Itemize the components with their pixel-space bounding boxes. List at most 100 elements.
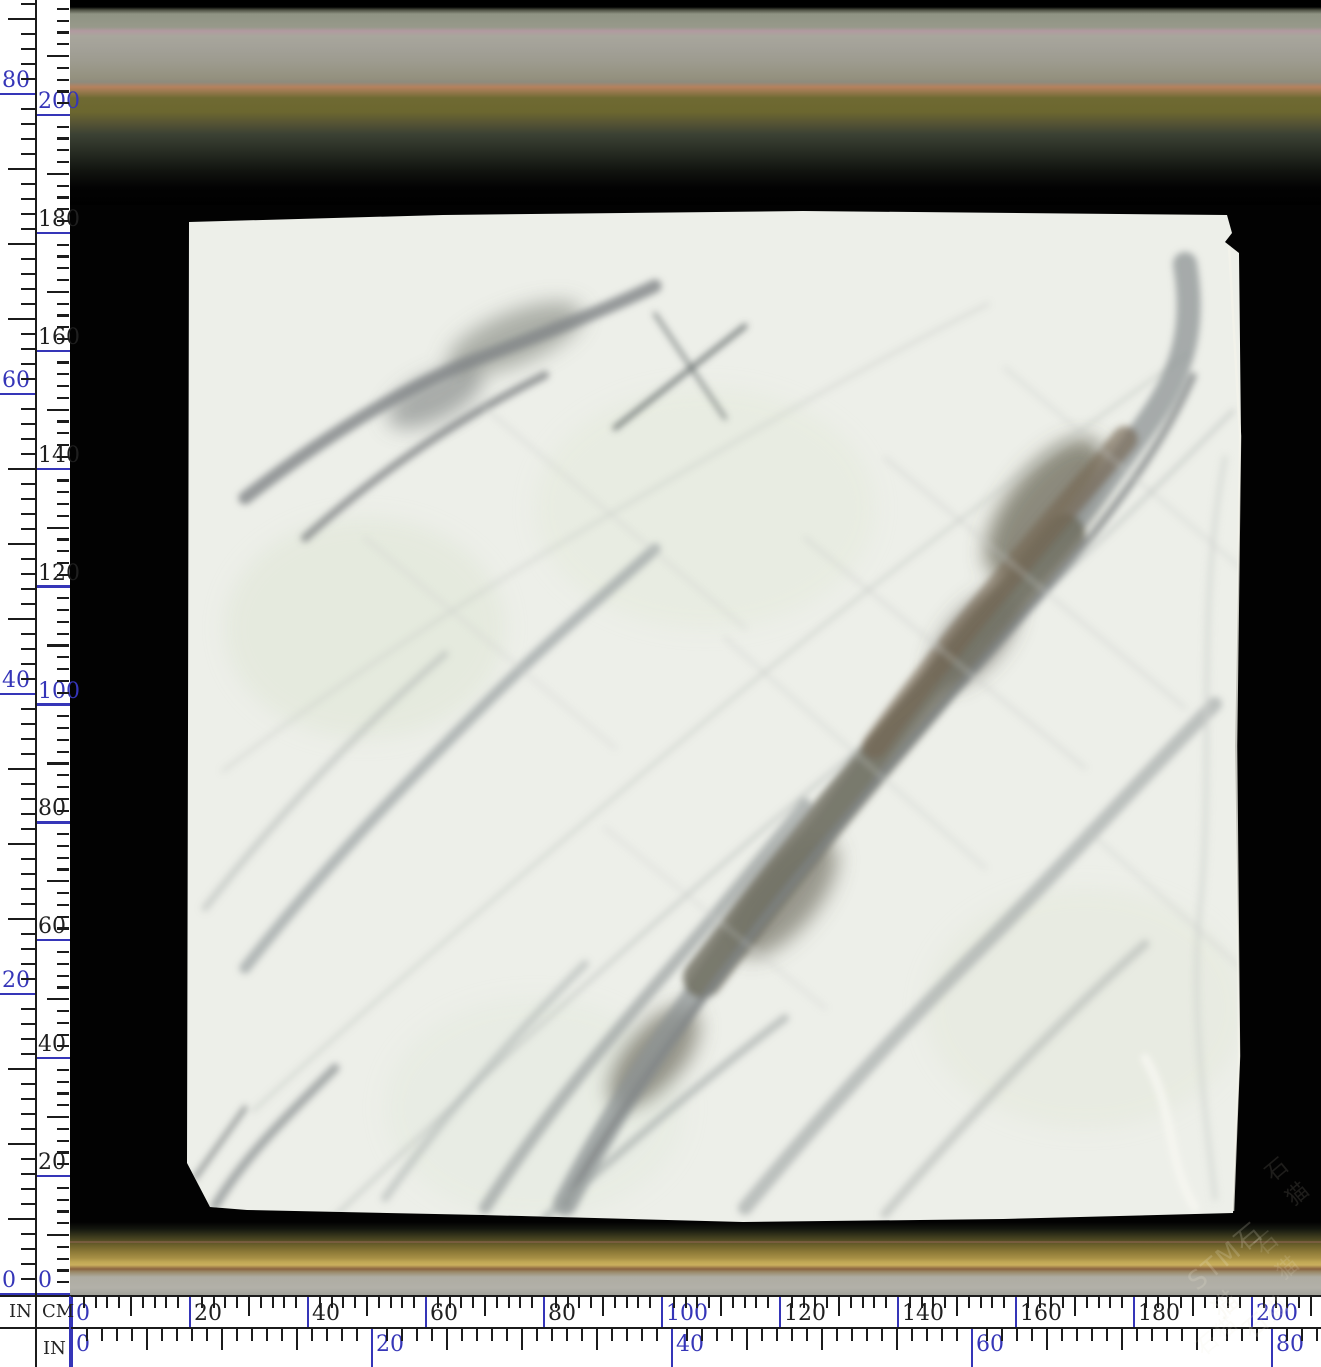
ruler-tick	[57, 904, 69, 906]
ruler-mark-line	[36, 232, 70, 234]
ruler-tick	[21, 198, 35, 200]
ruler-label: 60	[430, 1303, 458, 1325]
ruler-tick	[8, 1218, 35, 1220]
ruler-mark-line	[1015, 1296, 1017, 1327]
ruler-tick	[221, 1328, 223, 1350]
ruler-tick	[57, 397, 69, 399]
scanner-pink-artifact-line	[70, 1241, 1321, 1243]
ruler-mark-line	[1251, 1296, 1253, 1327]
ruler-tick	[57, 314, 69, 316]
ruler-tick	[236, 1296, 238, 1308]
ruler-tick	[1121, 1296, 1123, 1308]
ruler-tick	[57, 79, 69, 81]
ruler-tick	[57, 244, 69, 246]
ruler-tick	[21, 888, 35, 890]
ruler-mark-line	[36, 350, 70, 352]
ruler-tick	[701, 1328, 703, 1341]
ruler-tick	[1027, 1296, 1029, 1308]
ruler-tick	[21, 213, 35, 215]
ruler-tick	[57, 1010, 69, 1012]
ruler-tick	[47, 644, 69, 646]
ruler-tick	[57, 798, 69, 800]
ruler-label: 20	[2, 970, 30, 992]
ruler-tick	[236, 1328, 238, 1341]
ruler-tick	[342, 1296, 344, 1308]
ruler-tick	[57, 562, 69, 564]
ruler-tick	[86, 1328, 88, 1341]
ruler-tick	[21, 138, 35, 140]
ruler-tick	[921, 1296, 923, 1308]
ruler-tick	[8, 918, 35, 920]
ruler-tick	[21, 798, 35, 800]
ruler-tick	[508, 1296, 510, 1308]
ruler-tick	[57, 137, 69, 139]
ruler-label: 40	[312, 1303, 340, 1325]
ruler-tick	[8, 1143, 35, 1145]
ruler-tick	[57, 279, 69, 281]
ruler-tick	[57, 515, 69, 517]
ruler-tick	[177, 1296, 179, 1308]
ruler-tick	[1226, 1328, 1228, 1341]
ruler-tick	[296, 1328, 298, 1350]
ruler-tick	[21, 1263, 35, 1265]
ruler-tick	[21, 363, 35, 365]
bottom-ruler-centimeters: 020406080100120140160180200	[0, 1296, 1321, 1327]
ruler-tick	[476, 1328, 478, 1341]
ruler-tick	[21, 333, 35, 335]
ruler-tick	[57, 1104, 69, 1106]
ruler-tick	[21, 1203, 35, 1205]
ruler-tick	[57, 550, 69, 552]
ruler-tick	[47, 55, 69, 57]
ruler-tick	[272, 1296, 274, 1308]
ruler-tick	[57, 185, 69, 187]
ruler-tick	[567, 1296, 569, 1308]
ruler-tick	[57, 597, 69, 599]
ruler-tick	[8, 318, 35, 320]
ruler-tick	[21, 903, 35, 905]
ruler-tick	[1256, 1328, 1258, 1341]
ruler-tick	[21, 1188, 35, 1190]
ruler-tick	[991, 1296, 993, 1308]
ruler-mark-line	[971, 1328, 973, 1367]
ruler-tick	[21, 1053, 35, 1055]
ruler-tick	[21, 48, 35, 50]
ruler-label: 40	[2, 670, 30, 692]
ruler-tick	[521, 1328, 523, 1350]
ruler-tick	[21, 348, 35, 350]
ruler-tick	[626, 1296, 628, 1308]
ruler-tick	[596, 1328, 598, 1350]
ruler-tick	[1016, 1328, 1018, 1341]
ruler-tick	[1003, 1296, 1005, 1308]
ruler-tick	[57, 1151, 69, 1153]
ruler-tick	[57, 126, 69, 128]
ruler-tick	[57, 338, 69, 340]
ruler-label: 80	[1276, 1334, 1304, 1356]
ruler-tick	[57, 31, 69, 33]
marble-slab-image	[183, 206, 1245, 1230]
ruler-tick	[331, 1296, 333, 1308]
ruler-tick	[1098, 1296, 1100, 1308]
ruler-tick	[581, 1328, 583, 1341]
ruler-divider-line	[0, 1327, 1321, 1329]
ruler-tick	[803, 1296, 805, 1308]
ruler-tick	[21, 1113, 35, 1115]
ruler-tick	[8, 468, 35, 470]
ruler-tick	[118, 1296, 120, 1308]
ruler-tick	[431, 1328, 433, 1341]
ruler-tick	[47, 998, 69, 1000]
ruler-tick	[1211, 1328, 1213, 1341]
ruler-tick	[116, 1328, 118, 1341]
bottom-ruler-inches: 020406080	[0, 1328, 1321, 1367]
ruler-tick	[57, 267, 69, 269]
ruler-tick	[101, 1328, 103, 1341]
ruler-label: 80	[2, 70, 30, 92]
ruler-tick	[130, 1296, 132, 1316]
corner-top-line	[0, 1295, 1321, 1297]
ruler-tick	[57, 420, 69, 422]
ruler-tick	[21, 873, 35, 875]
ruler-tick	[21, 633, 35, 635]
ruler-tick	[536, 1328, 538, 1341]
vertical-ruler-centimeters: 020406080100120140160180200	[36, 0, 70, 1296]
ruler-tick	[1157, 1296, 1159, 1308]
ruler-mark-line	[36, 585, 70, 587]
